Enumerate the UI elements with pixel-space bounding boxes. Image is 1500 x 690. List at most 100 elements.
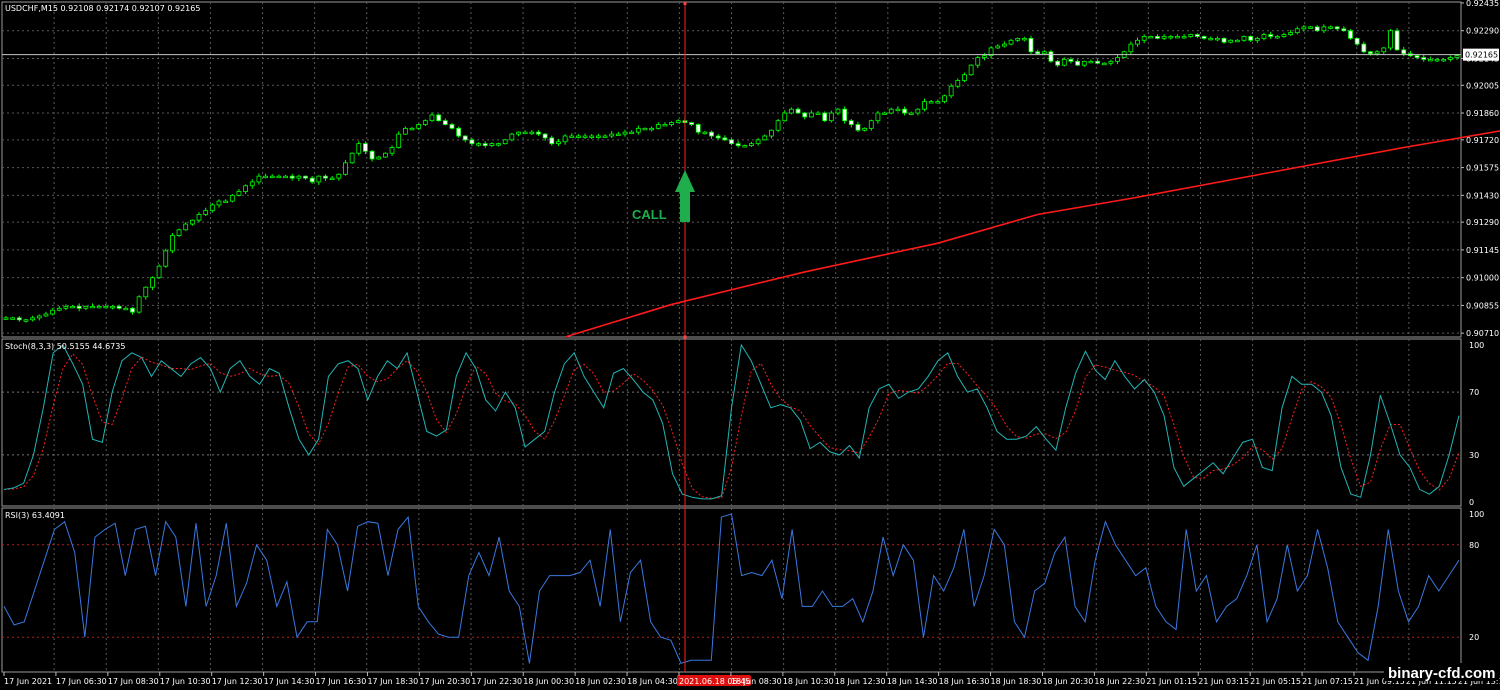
- price-tick-label: 0.90710: [1466, 329, 1499, 338]
- candle-body: [556, 141, 561, 145]
- moving-average-line: [564, 130, 1500, 338]
- stoch-panel-title: Stoch(8,3,3) 50.5155 44.6735: [5, 342, 125, 351]
- chart-canvas[interactable]: USDCHF,M15 0.92108 0.92174 0.92107 0.921…: [0, 0, 1500, 690]
- candle-body: [1035, 51, 1041, 55]
- candle-body: [822, 112, 828, 122]
- candle-body: [489, 143, 495, 146]
- candle-body: [429, 114, 435, 122]
- candle-body: [662, 124, 668, 127]
- candle-body: [1161, 36, 1167, 39]
- candle-body: [469, 139, 475, 145]
- candle-body: [1348, 30, 1353, 39]
- candle-body: [828, 112, 834, 122]
- candle-body: [649, 127, 655, 131]
- candle-body: [602, 135, 608, 138]
- candle-body: [729, 139, 734, 145]
- candle-body: [76, 305, 82, 309]
- candle-body: [163, 250, 169, 267]
- candle-body: [1168, 36, 1174, 39]
- candle-body: [1228, 39, 1234, 43]
- candle-body: [808, 112, 814, 118]
- time-label: 17 Jun 2021: [4, 677, 52, 686]
- candle-body: [1294, 28, 1300, 34]
- candle-body: [1354, 37, 1360, 45]
- candle-body: [1368, 51, 1373, 55]
- candle-body: [1201, 36, 1207, 39]
- candle-body: [110, 305, 115, 309]
- candle-body: [549, 137, 555, 145]
- time-label: 18 Jun 02:30: [575, 677, 626, 686]
- candle-body: [855, 124, 861, 131]
- candle-body: [116, 305, 122, 309]
- candle-body: [203, 210, 209, 215]
- candle-body: [882, 112, 887, 115]
- candle-body: [542, 133, 548, 139]
- candle-body: [1214, 37, 1220, 41]
- candle-body: [476, 143, 481, 146]
- candle-body: [789, 108, 794, 114]
- candle-body: [815, 112, 821, 115]
- candle-body: [635, 127, 641, 133]
- candle-body: [1288, 32, 1293, 35]
- candle-body: [1221, 37, 1227, 43]
- candle-body: [442, 120, 448, 125]
- candle-body: [609, 133, 615, 137]
- candle-body: [935, 101, 941, 104]
- candle-body: [369, 150, 375, 160]
- candle-body: [502, 139, 508, 145]
- candle-body: [323, 175, 328, 179]
- candle-body: [50, 309, 55, 315]
- stoch-tick-label: 100: [1469, 341, 1484, 350]
- candle-body: [902, 108, 907, 114]
- rsi-tick-label: 100: [1469, 510, 1484, 519]
- candle-body: [209, 204, 215, 212]
- candle-body: [842, 108, 848, 122]
- candle-body: [1175, 36, 1180, 39]
- candle-body: [229, 194, 235, 202]
- price-tick-label: 0.92435: [1466, 0, 1499, 8]
- candle-body: [1401, 49, 1407, 55]
- candle-body: [1021, 37, 1027, 41]
- candle-body: [1081, 60, 1087, 66]
- candle-body: [948, 85, 954, 97]
- time-label: 17 Jun 20:30: [419, 677, 470, 686]
- candle-body: [562, 135, 568, 143]
- candle-body: [1008, 39, 1014, 45]
- candle-body: [276, 175, 282, 179]
- candle-body: [363, 143, 368, 152]
- candle-body: [1195, 34, 1200, 37]
- candle-body: [1427, 59, 1433, 62]
- candle-body: [1041, 51, 1047, 55]
- candle-body: [742, 145, 748, 148]
- candle-body: [995, 45, 1001, 49]
- candle-body: [582, 135, 588, 138]
- candle-body: [1321, 26, 1327, 32]
- call-arrow-icon: [675, 170, 695, 222]
- trading-chart-window: USDCHF,M15 0.92108 0.92174 0.92107 0.921…: [0, 0, 1500, 690]
- time-label: 18 Jun 08:30: [731, 677, 782, 686]
- candle-body: [343, 162, 348, 175]
- candle-body: [1095, 60, 1100, 64]
- candle-body: [1068, 59, 1074, 62]
- candle-body: [136, 296, 142, 313]
- candle-body: [456, 127, 461, 137]
- price-tick-label: 0.91145: [1466, 246, 1499, 255]
- candle-body: [782, 112, 788, 122]
- candle-body: [689, 122, 694, 125]
- signal-marker-bottom: [683, 335, 687, 339]
- price-tick-label: 0.92290: [1466, 27, 1499, 36]
- candle-body: [383, 152, 388, 158]
- candle-body: [196, 214, 202, 221]
- candle-body: [269, 175, 275, 179]
- candle-body: [462, 135, 468, 141]
- candle-body: [336, 173, 342, 179]
- candle-body: [1441, 59, 1447, 62]
- candle-body: [263, 175, 268, 179]
- candle-body: [536, 131, 541, 135]
- time-label: 17 Jun 10:30: [160, 677, 211, 686]
- candle-body: [176, 229, 182, 236]
- rsi-tick-label: 20: [1469, 633, 1479, 642]
- candle-body: [622, 131, 628, 135]
- candle-body: [1128, 43, 1134, 53]
- candle-body: [409, 127, 415, 131]
